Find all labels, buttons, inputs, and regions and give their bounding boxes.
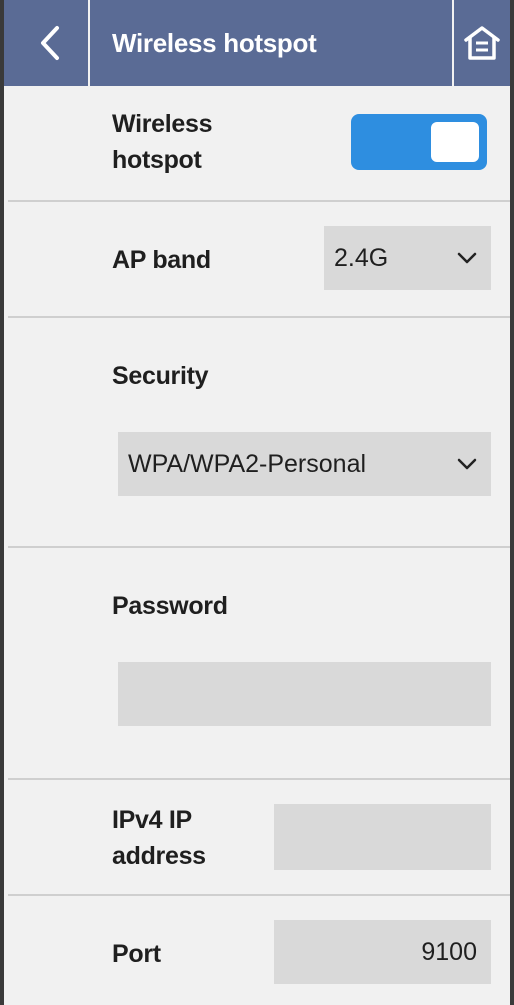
chevron-down-icon: [457, 458, 477, 470]
divider: [8, 778, 510, 780]
divider: [8, 546, 510, 548]
port-value: 9100: [421, 938, 477, 966]
security-select[interactable]: WPA/WPA2-Personal: [118, 432, 491, 496]
divider: [8, 894, 510, 896]
home-icon: [464, 26, 500, 60]
hotspot-label-line1: Wireless: [112, 110, 213, 138]
ap-band-select[interactable]: 2.4G: [324, 226, 491, 290]
port-label: Port: [112, 940, 161, 968]
security-value: WPA/WPA2-Personal: [128, 450, 367, 478]
ipv4-label-line1: IPv4 IP: [112, 806, 192, 834]
hotspot-toggle[interactable]: [351, 114, 487, 170]
screen: Wireless hotspot Wireless hotspot AP ban…: [0, 0, 514, 1005]
chevron-down-icon: [457, 252, 477, 264]
header-divider-left: [88, 0, 90, 86]
password-field[interactable]: [118, 662, 491, 726]
password-label: Password: [112, 592, 228, 620]
ipv4-address-field[interactable]: [274, 804, 491, 870]
ap-band-label: AP band: [112, 246, 211, 274]
hotspot-label: Wireless hotspot: [112, 106, 213, 178]
hotspot-label-line2: hotspot: [112, 146, 202, 174]
toggle-knob: [431, 122, 479, 162]
divider: [8, 200, 510, 202]
ap-band-value: 2.4G: [334, 244, 389, 272]
security-label: Security: [112, 362, 209, 390]
divider: [8, 316, 510, 318]
ipv4-label: IPv4 IP address: [112, 802, 206, 874]
header-bar: Wireless hotspot: [4, 0, 510, 86]
port-field[interactable]: 9100: [274, 920, 491, 984]
chevron-left-icon: [41, 26, 59, 60]
back-button[interactable]: [10, 0, 90, 86]
page-title: Wireless hotspot: [112, 28, 317, 58]
home-button[interactable]: [454, 0, 510, 86]
ipv4-label-line2: address: [112, 842, 206, 870]
